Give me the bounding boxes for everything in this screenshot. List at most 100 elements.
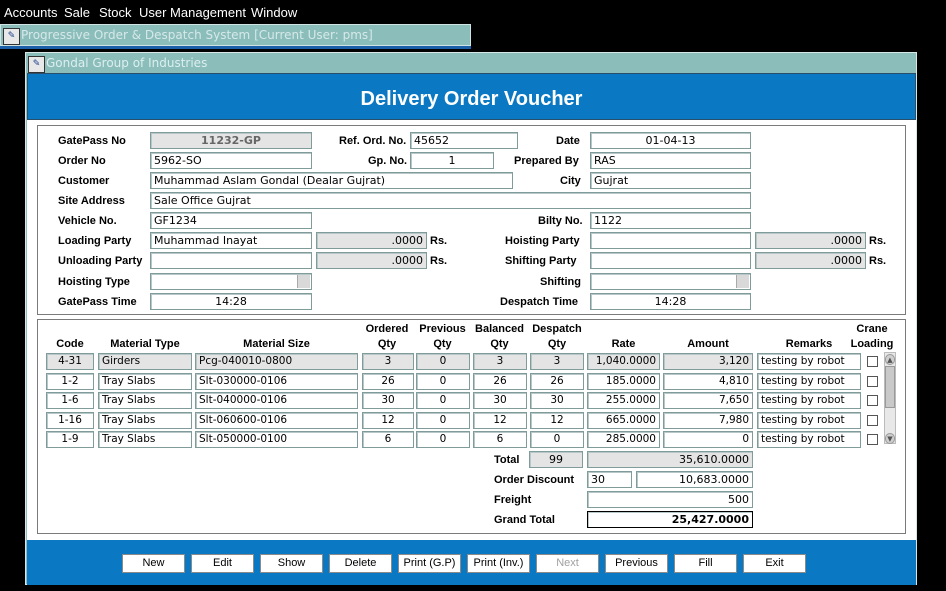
delete-button[interactable]: Delete — [329, 554, 392, 573]
row-ordered-qty[interactable]: 3 — [362, 353, 414, 370]
row-previous-qty[interactable]: 0 — [416, 353, 470, 370]
row-material-type[interactable]: Tray Slabs — [98, 411, 192, 429]
hoisting-type-select[interactable] — [150, 273, 312, 290]
previous-button[interactable]: Previous — [605, 554, 668, 573]
row-material-size[interactable]: Slt-030000-0106 — [195, 372, 358, 390]
menu-user-management[interactable]: User Management — [139, 5, 246, 20]
site-address-field[interactable]: Sale Office Gujrat — [150, 192, 751, 209]
row-code[interactable]: 4-31 — [46, 353, 94, 370]
freight-field[interactable]: 500 — [587, 491, 753, 508]
menu-stock[interactable]: Stock — [99, 5, 132, 20]
loading-party-field[interactable]: Muhammad Inayat — [150, 232, 312, 249]
row-material-size[interactable]: Slt-050000-0100 — [195, 431, 358, 449]
next-button[interactable]: Next — [536, 554, 599, 573]
menu-accounts[interactable]: Accounts — [4, 5, 57, 20]
customer-field[interactable]: Muhammad Aslam Gondal (Dealar Gujrat) — [150, 172, 513, 189]
row-code[interactable]: 1-16 — [46, 411, 94, 429]
gatepass-no-field[interactable]: 11232-GP — [150, 132, 312, 149]
discount-percent-field[interactable]: 30 — [587, 471, 632, 488]
shifting-party-amount[interactable]: .0000 — [755, 252, 866, 269]
row-amount[interactable]: 3,120 — [663, 353, 753, 370]
row-previous-qty[interactable]: 0 — [416, 392, 470, 410]
fill-button[interactable]: Fill — [674, 554, 737, 573]
row-balanced-qty[interactable]: 6 — [473, 431, 527, 449]
row-rate[interactable]: 1,040.0000 — [587, 353, 660, 370]
shifting-party-field[interactable] — [590, 252, 751, 269]
row-amount[interactable]: 7,650 — [663, 392, 753, 410]
date-field[interactable]: 01-04-13 — [590, 132, 751, 149]
row-ordered-qty[interactable]: 6 — [362, 431, 414, 449]
city-field[interactable]: Gujrat — [590, 172, 751, 189]
row-material-size[interactable]: Slt-040000-0106 — [195, 392, 358, 410]
row-remarks[interactable]: testing by robot — [757, 411, 861, 429]
row-remarks[interactable]: testing by robot — [757, 392, 861, 410]
row-ordered-qty[interactable]: 12 — [362, 411, 414, 429]
gatepass-time-field[interactable]: 14:28 — [150, 293, 312, 310]
row-material-type[interactable]: Girders — [98, 353, 192, 370]
total-amount-field[interactable]: 35,610.0000 — [587, 451, 753, 468]
row-material-size[interactable]: Pcg-040010-0800 — [195, 353, 358, 370]
shifting-select[interactable] — [590, 273, 751, 290]
grid-scrollbar-thumb[interactable] — [885, 366, 895, 408]
ref-ord-no-field[interactable]: 45652 — [410, 132, 518, 149]
loading-party-amount[interactable]: .0000 — [316, 232, 427, 249]
row-code[interactable]: 1-9 — [46, 431, 94, 449]
scroll-up-icon[interactable]: ▲ — [885, 354, 895, 365]
print-gp-button[interactable]: Print (G.P) — [398, 554, 461, 573]
row-balanced-qty[interactable]: 26 — [473, 372, 527, 390]
row-material-type[interactable]: Tray Slabs — [98, 431, 192, 449]
app-title-bar[interactable]: ✎ Progressive Order & Despatch System [C… — [0, 24, 471, 46]
crane-loading-checkbox[interactable] — [867, 395, 878, 407]
crane-loading-checkbox[interactable] — [867, 414, 878, 426]
edit-button[interactable]: Edit — [191, 554, 254, 573]
row-code[interactable]: 1-6 — [46, 392, 94, 410]
show-button[interactable]: Show — [260, 554, 323, 573]
gp-no-field[interactable]: 1 — [410, 152, 494, 169]
unloading-party-field[interactable] — [150, 252, 312, 269]
hoisting-type-dropdown-icon[interactable] — [297, 275, 310, 288]
row-amount[interactable]: 0 — [663, 431, 753, 449]
total-qty-field[interactable]: 99 — [529, 451, 583, 468]
row-despatch-qty[interactable]: 12 — [530, 411, 584, 429]
menu-window[interactable]: Window — [251, 5, 297, 20]
window-title-bar[interactable]: ✎ Gondal Group of Industries — [26, 53, 916, 73]
row-previous-qty[interactable]: 0 — [416, 372, 470, 390]
new-button[interactable]: New — [122, 554, 185, 573]
despatch-time-field[interactable]: 14:28 — [590, 293, 751, 310]
crane-loading-checkbox[interactable] — [867, 434, 878, 446]
row-remarks[interactable]: testing by robot — [757, 431, 861, 449]
row-material-type[interactable]: Tray Slabs — [98, 392, 192, 410]
row-balanced-qty[interactable]: 30 — [473, 392, 527, 410]
row-amount[interactable]: 4,810 — [663, 372, 753, 390]
row-code[interactable]: 1-2 — [46, 372, 94, 390]
crane-loading-checkbox[interactable] — [867, 375, 878, 387]
grand-total-field[interactable]: 25,427.0000 — [587, 511, 753, 528]
print-invoice-button[interactable]: Print (Inv.) — [467, 554, 530, 573]
order-no-field[interactable]: 5962-SO — [150, 152, 312, 169]
row-rate[interactable]: 185.0000 — [587, 372, 660, 390]
row-previous-qty[interactable]: 0 — [416, 411, 470, 429]
row-rate[interactable]: 665.0000 — [587, 411, 660, 429]
row-despatch-qty[interactable]: 3 — [530, 353, 584, 370]
row-material-type[interactable]: Tray Slabs — [98, 372, 192, 390]
discount-amount-field[interactable]: 10,683.0000 — [636, 471, 753, 488]
scroll-down-icon[interactable]: ▼ — [885, 433, 895, 444]
exit-button[interactable]: Exit — [743, 554, 806, 573]
row-balanced-qty[interactable]: 3 — [473, 353, 527, 370]
menu-sale[interactable]: Sale — [64, 5, 90, 20]
row-despatch-qty[interactable]: 26 — [530, 372, 584, 390]
row-rate[interactable]: 285.0000 — [587, 431, 660, 449]
row-remarks[interactable]: testing by robot — [757, 372, 861, 390]
prepared-by-field[interactable]: RAS — [590, 152, 751, 169]
row-balanced-qty[interactable]: 12 — [473, 411, 527, 429]
row-despatch-qty[interactable]: 30 — [530, 392, 584, 410]
vehicle-no-field[interactable]: GF1234 — [150, 212, 312, 229]
hoisting-party-amount[interactable]: .0000 — [755, 232, 866, 249]
row-ordered-qty[interactable]: 26 — [362, 372, 414, 390]
row-material-size[interactable]: Slt-060600-0106 — [195, 411, 358, 429]
crane-loading-checkbox[interactable] — [867, 356, 878, 367]
row-despatch-qty[interactable]: 0 — [530, 431, 584, 449]
bilty-no-field[interactable]: 1122 — [590, 212, 751, 229]
unloading-party-amount[interactable]: .0000 — [316, 252, 427, 269]
row-previous-qty[interactable]: 0 — [416, 431, 470, 449]
